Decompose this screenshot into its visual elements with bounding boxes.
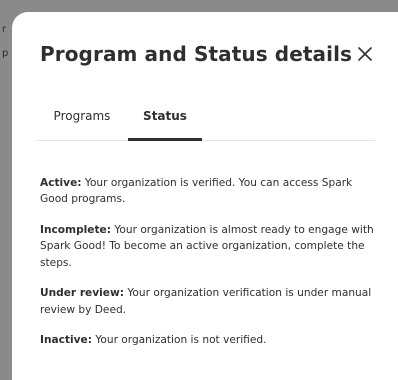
status-term: Incomplete:	[40, 223, 111, 236]
status-description: Your organization is not verified.	[95, 334, 267, 347]
program-status-dialog: Program and Status details Programs Stat…	[12, 12, 398, 380]
status-item-under-review: Under review: Your organization verifica…	[40, 285, 380, 318]
status-item-active: Active: Your organization is verified. Y…	[40, 175, 380, 208]
backdrop-text-fragment: r	[2, 24, 7, 35]
status-item-incomplete: Incomplete: Your organization is almost …	[40, 222, 380, 272]
close-button[interactable]	[356, 45, 374, 63]
tab-bar: Programs Status	[36, 104, 375, 141]
tab-status[interactable]: Status	[128, 104, 202, 141]
status-term: Active:	[40, 176, 82, 189]
tab-programs[interactable]: Programs	[36, 104, 128, 140]
status-description: Your organization is verified. You can a…	[40, 176, 353, 206]
status-definitions: Active: Your organization is verified. Y…	[40, 164, 380, 363]
status-term: Inactive:	[40, 334, 92, 347]
status-item-inactive: Inactive: Your organization is not verif…	[40, 332, 380, 349]
close-icon	[358, 47, 372, 61]
dialog-title: Program and Status details	[40, 42, 353, 66]
backdrop-text-fragment: p	[2, 48, 9, 59]
status-term: Under review:	[40, 287, 124, 300]
